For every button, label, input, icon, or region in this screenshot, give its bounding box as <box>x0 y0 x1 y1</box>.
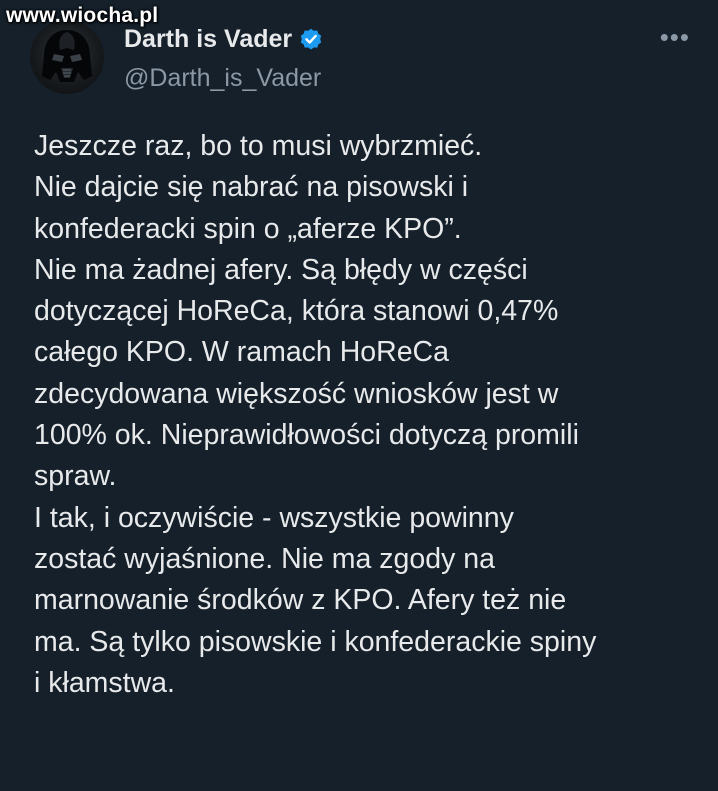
tweet-line: ma. Są tylko pisowskie i konfederackie s… <box>34 625 597 658</box>
tweet-line: Nie dajcie się nabrać na pisowski i <box>34 171 469 204</box>
tweet-line: całego KPO. W ramach HoReCa <box>34 336 449 369</box>
tweet-line: dotyczącej HoReCa, która stanowi 0,47% <box>34 295 559 328</box>
tweet-line: Jeszcze raz, bo to musi wybrzmieć. <box>34 130 483 162</box>
avatar[interactable] <box>30 20 104 94</box>
user-handle[interactable]: @Darth_is_Vader <box>124 61 324 95</box>
tweet-text: Jeszcze raz, bo to musi wybrzmieć. Nie d… <box>34 126 694 704</box>
author-block: Darth is Vader @Darth_is_Vader <box>124 22 324 95</box>
tweet-card: www.wiocha.pl Darth is Vader @Darth_is_V… <box>0 0 718 791</box>
tweet-line: zostać wyjaśnione. Nie ma zgody na <box>34 542 495 575</box>
verified-badge-icon <box>298 26 324 52</box>
tweet-line: I tak, i oczywiście - wszystkie powinny <box>34 501 514 534</box>
tweet-line: 100% ok. Nieprawidłowości dotyczą promil… <box>34 419 579 452</box>
watermark: www.wiocha.pl <box>6 4 159 27</box>
darth-vader-helmet-icon <box>42 30 92 82</box>
tweet-line: konfederacki spin o „aferze KPO”. <box>34 212 462 245</box>
tweet-line: spraw. <box>34 460 117 493</box>
more-options-icon[interactable]: ••• <box>660 24 690 50</box>
tweet-line: zdecydowana większość wniosków jest w <box>34 377 559 410</box>
tweet-line: marnowanie środków z KPO. Afery też nie <box>34 584 567 617</box>
tweet-line: i kłamstwa. <box>34 666 175 699</box>
tweet-line: Nie ma żadnej afery. Są błędy w części <box>34 253 528 286</box>
